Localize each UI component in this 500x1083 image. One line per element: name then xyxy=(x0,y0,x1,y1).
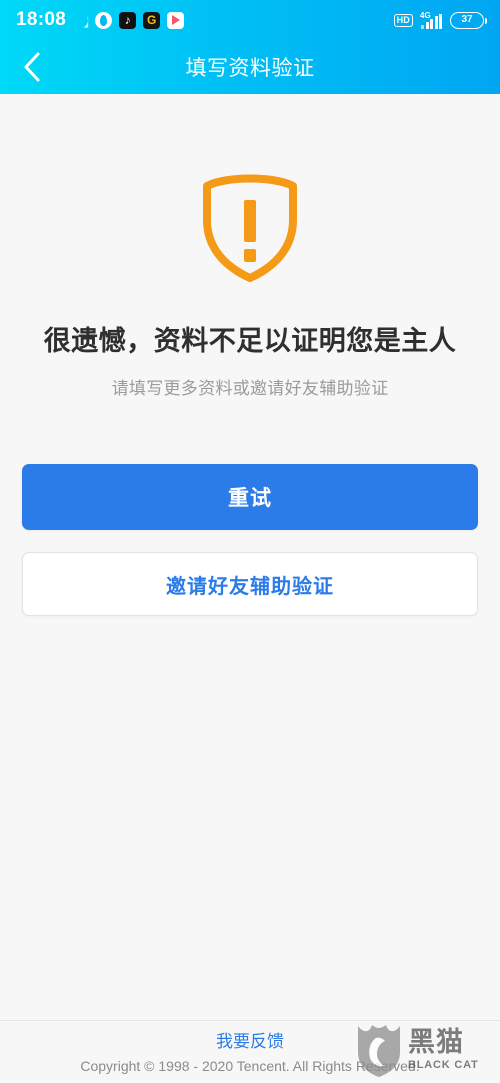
subheadline-text: 请填写更多资料或邀请好友辅助验证 xyxy=(111,379,389,399)
phone-screen: 18:08 HD 4G 37 xyxy=(0,0,500,1083)
invite-friend-verify-button[interactable]: 邀请好友辅助验证 xyxy=(22,552,478,616)
feedback-link[interactable]: 我要反馈 xyxy=(0,1027,500,1052)
app-header: 18:08 HD 4G 37 xyxy=(0,0,500,94)
page-title: 填写资料验证 xyxy=(185,56,315,80)
network-type-label: 4G xyxy=(420,10,431,20)
chevron-left-icon xyxy=(24,52,40,82)
status-bar: 18:08 HD 4G 37 xyxy=(0,0,500,40)
shield-exclamation-icon xyxy=(0,170,500,282)
moon-icon xyxy=(73,13,88,28)
navigation-bar: 填写资料验证 xyxy=(0,40,500,94)
water-drop-app-icon xyxy=(95,11,113,29)
status-bar-clock: 18:08 xyxy=(16,9,67,30)
back-button[interactable] xyxy=(8,40,56,94)
retry-button[interactable]: 重试 xyxy=(22,464,478,530)
copyright-text: Copyright © 1998 - 2020 Tencent. All Rig… xyxy=(80,1058,420,1074)
play-store-app-icon xyxy=(167,11,185,29)
status-bar-right: HD 4G 37 xyxy=(393,10,487,29)
hd-icon: HD xyxy=(393,13,413,27)
status-bar-left: 18:08 xyxy=(16,9,185,31)
headline-text: 很遗憾，资料不足以证明您是主人 xyxy=(43,326,457,357)
tiktok-app-icon xyxy=(119,11,137,29)
page-footer: 我要反馈 Copyright © 1998 - 2020 Tencent. Al… xyxy=(0,1020,500,1083)
battery-level-label: 37 xyxy=(461,14,473,25)
main-content: 很遗憾，资料不足以证明您是主人 请填写更多资料或邀请好友辅助验证 重试 邀请好友… xyxy=(0,94,500,1020)
signal-strength-icon: 4G xyxy=(420,10,442,29)
g-app-icon xyxy=(143,11,161,29)
battery-icon: 37 xyxy=(450,11,487,29)
